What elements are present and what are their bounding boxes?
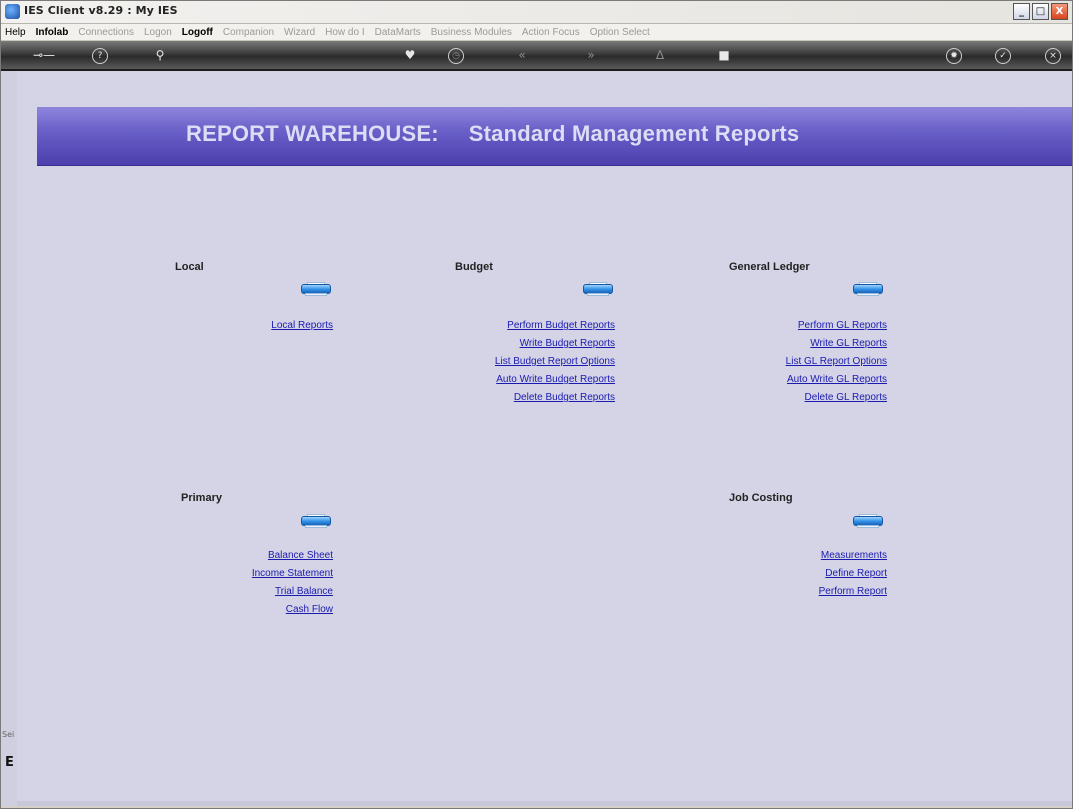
settings-icon[interactable]: ✹ [946, 48, 962, 64]
menu-companion[interactable]: Companion [218, 27, 279, 38]
link-trial-balance[interactable]: Trial Balance [275, 586, 333, 597]
link-delete-budget-reports[interactable]: Delete Budget Reports [514, 392, 615, 403]
search-icon[interactable]: ⚲ [151, 46, 169, 64]
link-list-budget-report-options[interactable]: List Budget Report Options [495, 356, 615, 367]
link-income-statement[interactable]: Income Statement [252, 568, 333, 579]
side-strip-glyph: E [5, 755, 14, 770]
app-window: IES Client v8.29 : My IES _ □ X Help Inf… [0, 0, 1073, 809]
side-strip-label: Sei [2, 730, 15, 739]
menu-connections[interactable]: Connections [73, 27, 139, 38]
printer-icon[interactable] [583, 282, 613, 296]
main-content: REPORT WAREHOUSE: Standard Management Rep… [17, 71, 1072, 806]
menu-option-select[interactable]: Option Select [585, 27, 655, 38]
section-title-budget: Budget [455, 261, 493, 273]
close-icon[interactable]: × [1045, 48, 1061, 64]
section-title-job-costing: Job Costing [729, 492, 793, 504]
menu-action-focus[interactable]: Action Focus [517, 27, 585, 38]
ok-icon[interactable]: ✓ [995, 48, 1011, 64]
page-title-left: REPORT WAREHOUSE: [186, 121, 439, 146]
printer-icon[interactable] [853, 514, 883, 528]
menu-infolab[interactable]: Infolab [31, 27, 74, 38]
clock-icon[interactable]: ◷ [448, 48, 464, 64]
link-perform-report[interactable]: Perform Report [819, 586, 887, 597]
section-title-general-ledger: General Ledger [729, 261, 810, 273]
heart-icon[interactable]: ♥ [401, 46, 419, 64]
close-button[interactable]: X [1051, 3, 1068, 20]
window-title: IES Client v8.29 : My IES [24, 4, 178, 17]
menu-wizard[interactable]: Wizard [279, 27, 320, 38]
menu-help[interactable]: Help [1, 27, 31, 38]
help-icon[interactable]: ? [92, 48, 108, 64]
link-local-reports[interactable]: Local Reports [271, 320, 333, 331]
link-perform-budget-reports[interactable]: Perform Budget Reports [507, 320, 615, 331]
link-list-gl-report-options[interactable]: List GL Report Options [786, 356, 887, 367]
link-define-report[interactable]: Define Report [825, 568, 887, 579]
page-title-right: Standard Management Reports [468, 121, 800, 146]
link-auto-write-gl-reports[interactable]: Auto Write GL Reports [787, 374, 887, 385]
link-delete-gl-reports[interactable]: Delete GL Reports [805, 392, 887, 403]
link-balance-sheet[interactable]: Balance Sheet [268, 550, 333, 561]
link-perform-gl-reports[interactable]: Perform GL Reports [798, 320, 887, 331]
link-write-gl-reports[interactable]: Write GL Reports [810, 338, 887, 349]
pin-icon[interactable]: ∆ [651, 46, 669, 64]
status-strip [17, 801, 1072, 806]
forward-icon[interactable]: » [582, 46, 600, 64]
menu-datamarts[interactable]: DataMarts [370, 27, 426, 38]
link-auto-write-budget-reports[interactable]: Auto Write Budget Reports [496, 374, 615, 385]
menu-bar: Help Infolab Connections Logon Logoff Co… [1, 24, 1072, 41]
link-write-budget-reports[interactable]: Write Budget Reports [520, 338, 615, 349]
printer-icon[interactable] [853, 282, 883, 296]
link-cash-flow[interactable]: Cash Flow [286, 604, 333, 615]
menu-business-modules[interactable]: Business Modules [426, 27, 517, 38]
menu-how-do-i[interactable]: How do I [320, 27, 369, 38]
back-icon[interactable]: « [513, 46, 531, 64]
window-controls: _ □ X [1013, 3, 1068, 20]
stop-icon[interactable]: ■ [715, 46, 733, 64]
menu-logon[interactable]: Logon [139, 27, 177, 38]
toolbar: ⊸— ? ⚲ ♥ ◷ « » ∆ ■ ✹ ✓ × [1, 41, 1072, 71]
maximize-button[interactable]: □ [1032, 3, 1049, 20]
printer-icon[interactable] [301, 282, 331, 296]
title-bar[interactable]: IES Client v8.29 : My IES _ □ X [1, 1, 1072, 24]
printer-icon[interactable] [301, 514, 331, 528]
side-strip: Sei E [1, 71, 18, 806]
page-banner: REPORT WAREHOUSE: Standard Management Rep… [37, 107, 1072, 166]
key-icon[interactable]: ⊸— [29, 46, 59, 64]
section-title-primary: Primary [181, 492, 222, 504]
section-title-local: Local [175, 261, 204, 273]
minimize-button[interactable]: _ [1013, 3, 1030, 20]
link-measurements[interactable]: Measurements [821, 550, 887, 561]
page-title: REPORT WAREHOUSE: Standard Management Rep… [186, 121, 799, 147]
menu-logoff[interactable]: Logoff [177, 27, 218, 38]
app-icon [5, 4, 20, 19]
